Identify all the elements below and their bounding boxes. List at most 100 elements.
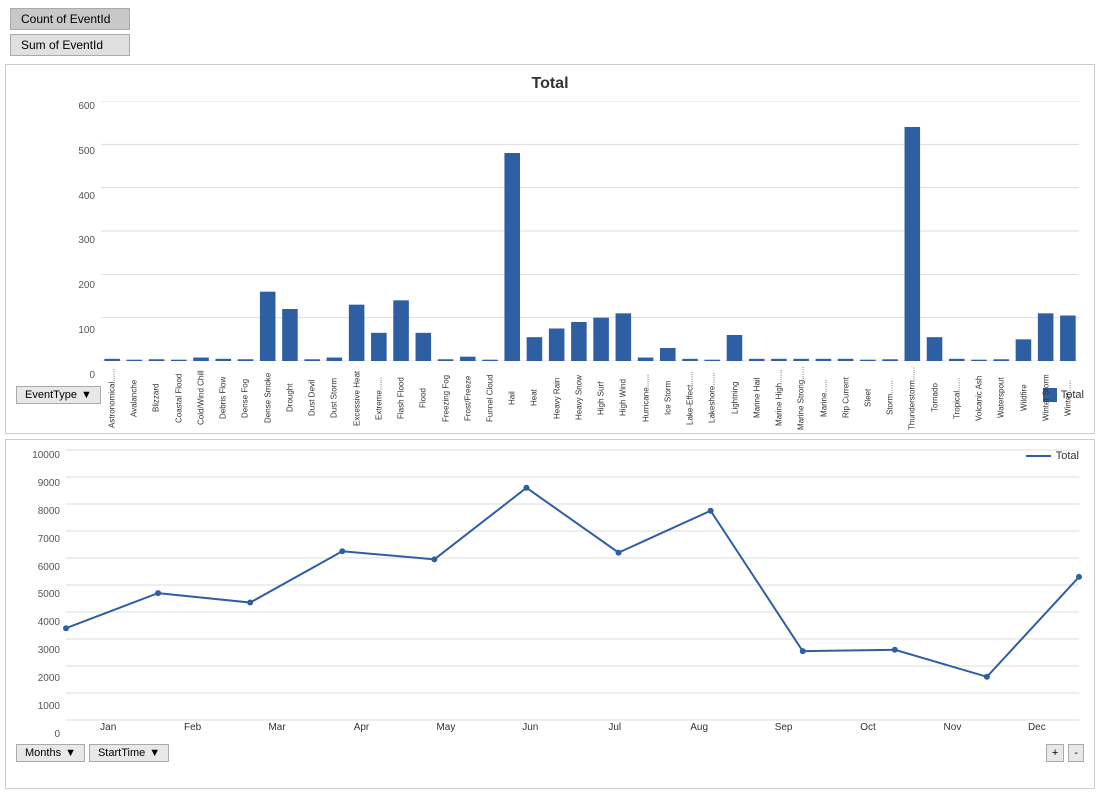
bar-rect (416, 333, 432, 361)
bar-x-label: Dense Fog (234, 363, 256, 433)
bar-rect (593, 318, 609, 361)
bar-rect (704, 360, 720, 361)
bar-rect (393, 300, 409, 361)
bar-x-label: Flood (412, 363, 434, 433)
bar-x-label: Marine...... (813, 363, 835, 433)
line-dot (800, 648, 806, 654)
month-label: Oct (826, 722, 910, 740)
line-y-axis: 0100020003000400050006000700080009000100… (11, 450, 64, 740)
bar-rect (327, 358, 343, 361)
line-x-axis: JanFebMarAprMayJunJulAugSepOctNovDec (66, 722, 1079, 740)
bar-rect (905, 127, 921, 361)
count-button[interactable]: Count of EventId (10, 8, 130, 30)
line-chart-canvas (66, 450, 1079, 720)
bar-x-label: Wildfire (1013, 363, 1035, 433)
bar-x-label: Extreme...... (368, 363, 390, 433)
bar-chart-canvas (101, 101, 1079, 361)
line-chart-area: 0100020003000400050006000700080009000100… (11, 450, 1089, 740)
line-chart-controls: Months ▼ StartTime ▼ + - (11, 740, 1089, 764)
sum-button[interactable]: Sum of EventId (10, 34, 130, 56)
bar-x-label: Marine High...... (768, 363, 790, 433)
line-dot (1076, 574, 1082, 580)
bar-x-label: Dense Smoke (257, 363, 279, 433)
bar-rect (860, 360, 876, 361)
line-y-label: 3000 (11, 645, 64, 656)
bar-x-label: Avalanche (123, 363, 145, 433)
bar-x-label: Debris Flow (212, 363, 234, 433)
line-dot (63, 625, 69, 631)
bar-x-label: High Wind (612, 363, 634, 433)
bar-rect (215, 359, 231, 361)
bar-x-label: High Surf (590, 363, 612, 433)
line-dot (892, 647, 898, 653)
bar-x-label: Waterspout (990, 363, 1012, 433)
bar-rect (571, 322, 587, 361)
eventtype-dropdown[interactable]: EventType ▼ (16, 386, 101, 404)
bar-x-label: Frost/Freeze (457, 363, 479, 433)
month-label: Feb (150, 722, 234, 740)
bar-x-label: Marine Hail (746, 363, 768, 433)
line-y-label: 10000 (11, 450, 64, 461)
dropdown-arrow-icon: ▼ (81, 389, 92, 401)
bar-rect (460, 357, 476, 361)
bar-rect (616, 313, 632, 361)
bar-x-label: Freezing Fog (435, 363, 457, 433)
bar-rect (682, 359, 698, 361)
line-dot (616, 550, 622, 556)
bar-rect (1016, 339, 1032, 361)
line-dot (155, 590, 161, 596)
bar-y-label: 500 (11, 146, 99, 157)
bar-x-label: Storm...... (879, 363, 901, 433)
bar-y-label: 0 (11, 370, 99, 381)
line-y-label: 9000 (11, 478, 64, 489)
bar-x-label: Lake-Effect...... (679, 363, 701, 433)
bar-rect (993, 359, 1009, 361)
bar-x-label: Coastal Flood (168, 363, 190, 433)
line-dot (984, 674, 990, 680)
bar-x-label: Heat (523, 363, 545, 433)
line-svg (66, 450, 1079, 720)
bar-x-label: Cold/Wind Chill (190, 363, 212, 433)
bar-rect (838, 359, 854, 361)
bar-x-label: Hurricane...... (635, 363, 657, 433)
bar-y-label: 400 (11, 191, 99, 202)
bar-rect (638, 358, 654, 361)
month-label: Dec (995, 722, 1079, 740)
bar-rect (149, 359, 165, 361)
line-dot (247, 600, 253, 606)
line-dot (431, 556, 437, 562)
line-y-label: 0 (11, 729, 64, 740)
bar-x-label: Flash Flood (390, 363, 412, 433)
nav-minus-button[interactable]: - (1068, 744, 1084, 762)
bar-rect (949, 359, 965, 361)
bar-rect (282, 309, 298, 361)
line-polyline (66, 488, 1079, 677)
bar-x-label: Blizzard (145, 363, 167, 433)
month-label: Jan (66, 722, 150, 740)
starttime-arrow-icon: ▼ (149, 747, 160, 759)
bar-x-label: Winter Storm (1035, 363, 1057, 433)
bar-y-label: 300 (11, 235, 99, 246)
bar-rect (660, 348, 676, 361)
bar-rect (793, 359, 809, 361)
starttime-dropdown[interactable]: StartTime ▼ (89, 744, 169, 762)
bar-x-label: Heavy Snow (568, 363, 590, 433)
bar-rect (104, 359, 120, 361)
bar-rect (260, 292, 276, 361)
bar-x-label: Heavy Rain (546, 363, 568, 433)
month-label: Jul (573, 722, 657, 740)
bar-rect (527, 337, 543, 361)
bar-rect (349, 305, 365, 361)
bar-rect (816, 359, 832, 361)
month-label: Sep (741, 722, 825, 740)
line-y-label: 6000 (11, 562, 64, 573)
line-chart-section: Total 0100020003000400050006000700080009… (5, 439, 1095, 789)
bar-x-label: Tropical...... (946, 363, 968, 433)
bar-svg (101, 101, 1079, 361)
month-label: May (404, 722, 488, 740)
nav-plus-button[interactable]: + (1046, 744, 1064, 762)
bar-rect (971, 360, 987, 361)
months-dropdown[interactable]: Months ▼ (16, 744, 85, 762)
bar-rect (727, 335, 743, 361)
bar-x-label: Rip Current (835, 363, 857, 433)
